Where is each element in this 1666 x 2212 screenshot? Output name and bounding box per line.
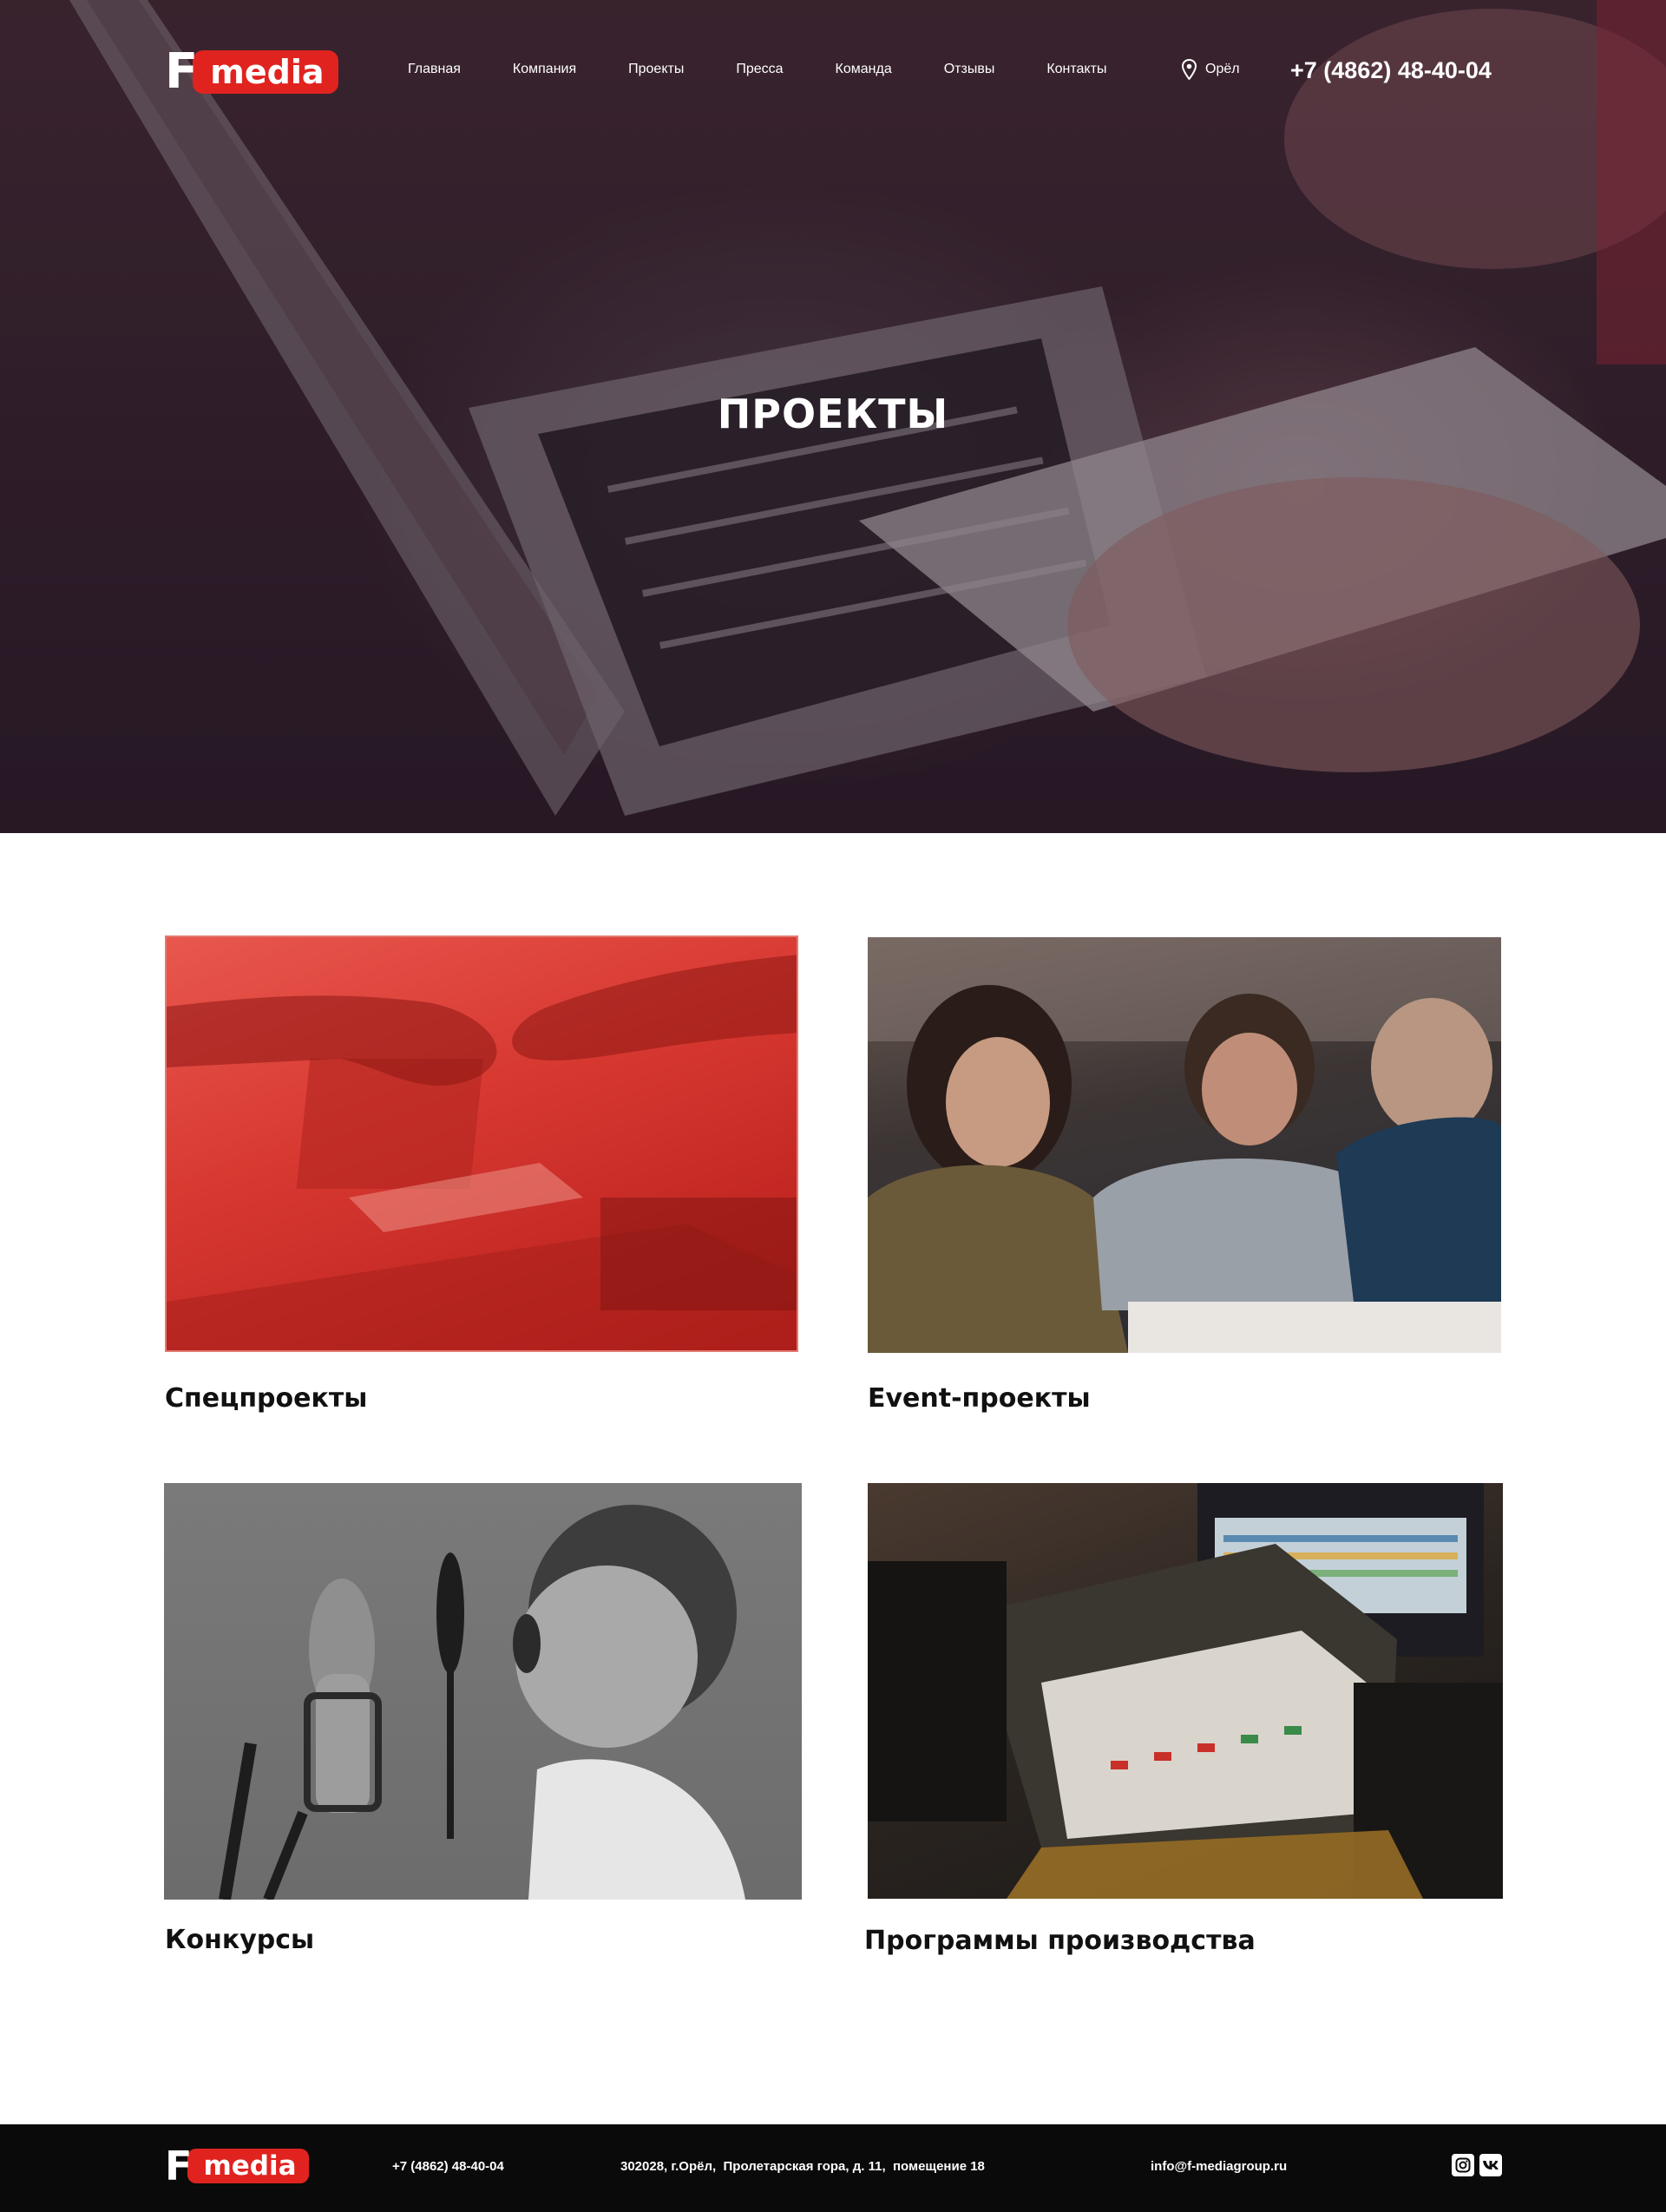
- logo-letter: F: [165, 43, 199, 100]
- project-image-studio[interactable]: [868, 1483, 1503, 1899]
- page-title: ПРОЕКТЫ: [717, 391, 949, 437]
- nav-item-contacts[interactable]: Контакты: [1046, 62, 1106, 77]
- city-selector[interactable]: Орёл: [1182, 59, 1240, 80]
- nav-item-reviews[interactable]: Отзывы: [944, 62, 995, 77]
- social-links: [1452, 2154, 1507, 2176]
- nav-item-press[interactable]: Пресса: [736, 62, 783, 77]
- footer: F media +7 (4862) 48-40-04 302028, г.Орё…: [0, 2124, 1666, 2212]
- nav-item-projects[interactable]: Проекты: [628, 62, 684, 77]
- nav-item-company[interactable]: Компания: [513, 62, 576, 77]
- footer-email[interactable]: info@f-mediagroup.ru: [1151, 2159, 1287, 2174]
- header-logo[interactable]: F media: [165, 43, 338, 100]
- main-nav: Главная Компания Проекты Пресса Команда …: [408, 62, 1158, 77]
- instagram-icon[interactable]: [1452, 2154, 1474, 2176]
- project-title[interactable]: Программы производства: [864, 1926, 1256, 1956]
- hero-banner: F media Главная Компания Проекты Пресса …: [0, 0, 1666, 833]
- nav-item-home[interactable]: Главная: [408, 62, 461, 77]
- city-label: Орёл: [1205, 62, 1240, 76]
- project-image-handshake[interactable]: [165, 935, 798, 1352]
- project-title[interactable]: Event-проекты: [868, 1383, 1091, 1414]
- project-title[interactable]: Спецпроекты: [165, 1383, 367, 1414]
- nav-item-team[interactable]: Команда: [836, 62, 892, 77]
- logo-letter: F: [165, 2143, 193, 2189]
- project-image-microphone[interactable]: [164, 1483, 802, 1900]
- project-title[interactable]: Конкурсы: [165, 1925, 314, 1955]
- vk-icon[interactable]: [1479, 2154, 1502, 2176]
- footer-logo[interactable]: F media: [165, 2143, 309, 2189]
- logo-word: media: [193, 50, 338, 94]
- footer-address: 302028, г.Орёл, Пролетарская гора, д. 11…: [620, 2159, 985, 2174]
- project-image-event[interactable]: [868, 937, 1501, 1353]
- header-phone[interactable]: +7 (4862) 48-40-04: [1290, 57, 1492, 84]
- logo-word: media: [187, 2149, 309, 2183]
- location-pin-icon: [1182, 59, 1197, 80]
- footer-phone[interactable]: +7 (4862) 48-40-04: [392, 2159, 504, 2174]
